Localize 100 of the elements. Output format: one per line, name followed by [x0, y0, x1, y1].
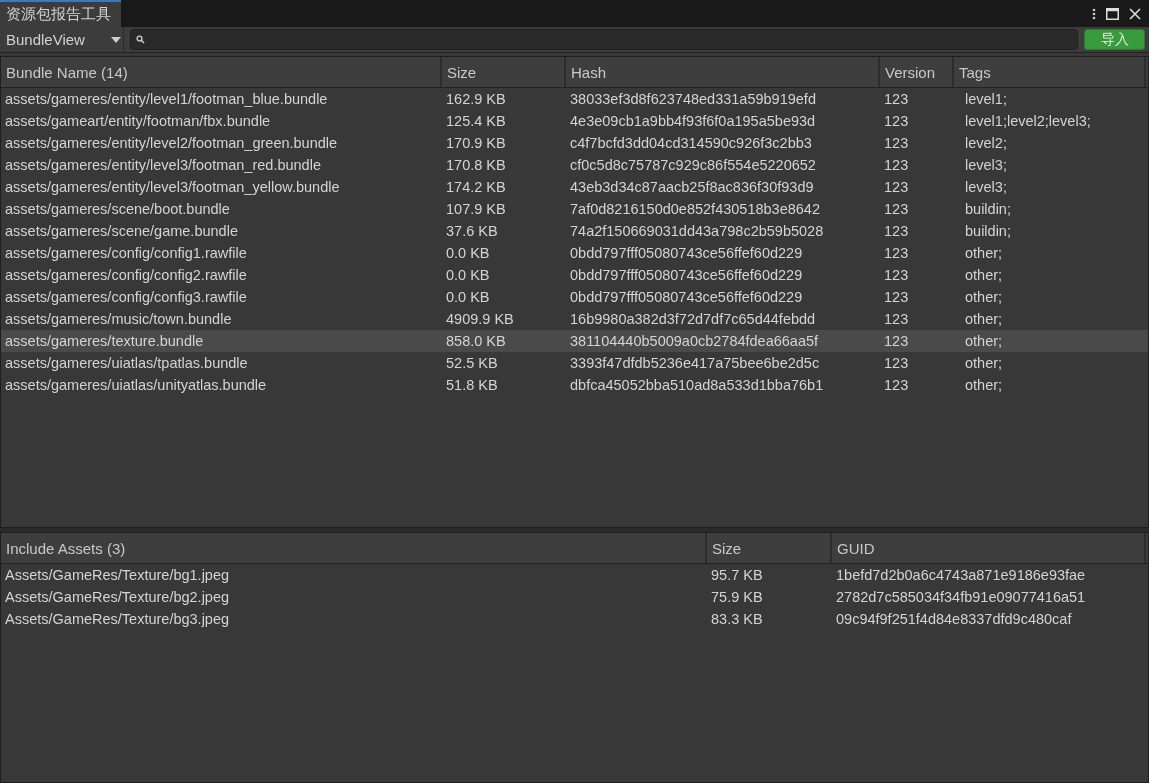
search-icon	[136, 35, 145, 44]
table-cell-text: 125.4 KB	[445, 113, 507, 129]
table-cell-text: other;	[964, 311, 1004, 327]
table-cell-text: other;	[964, 333, 1004, 349]
table-cell-text: assets/gameres/config/config1.rawfile	[4, 245, 248, 261]
table-cell-text: 123	[883, 179, 910, 195]
column-header[interactable]: GUID	[832, 533, 1146, 563]
table-row[interactable]: assets/gameres/uiatlas/unityatlas.bundle 51.8 KB dbfca45052bba510ad8a533d1bba76b1 123 other;	[1, 374, 1148, 396]
table-cell-text: buildin;	[964, 223, 1012, 239]
table-cell-text: 7af0d8216150d0e852f430518b3e8642	[569, 201, 821, 217]
table-cell-text: 858.0 KB	[445, 333, 507, 349]
table-cell-text: assets/gameres/entity/level3/footman_red.bundle	[4, 157, 322, 173]
table-cell-text: assets/gameres/scene/game.bundle	[4, 223, 239, 239]
table-cell-text: assets/gameres/scene/boot.bundle	[4, 201, 231, 217]
table-cell-text: assets/gameres/uiatlas/tpatlas.bundle	[4, 355, 249, 371]
table-cell-text: 38033ef3d8f623748ed331a59b919efd	[569, 91, 817, 107]
close-icon[interactable]	[1129, 7, 1141, 20]
table-cell-text: other;	[964, 355, 1004, 371]
table-cell-text: 123	[883, 267, 910, 283]
table-cell-text: 09c94f9f251f4d84e8337dfd9c480caf	[835, 611, 1073, 627]
table-cell-text: level3;	[964, 179, 1008, 195]
table-cell-text: 107.9 KB	[445, 201, 507, 217]
table-cell-text: dbfca45052bba510ad8a533d1bba76b1	[569, 377, 825, 393]
table-cell-text: 1befd7d2b0a6c4743a871e9186e93fae	[835, 567, 1087, 583]
table-cell-text: 123	[883, 113, 910, 129]
table-cell-text: 2782d7c585034f34fb91e09077416a51	[835, 589, 1087, 605]
table-cell-text: other;	[964, 245, 1004, 261]
table-cell-text: level3;	[964, 157, 1008, 173]
table-cell-text: 0.0 KB	[445, 245, 491, 261]
column-header[interactable]: Version	[880, 57, 954, 87]
table-cell-text: 51.8 KB	[445, 377, 499, 393]
table-cell-text: 123	[883, 333, 910, 349]
table-row[interactable]: assets/gameres/music/town.bundle 4909.9 KB 16b9980a382d3f72d7df7c65d44febdd 123 other;	[1, 308, 1148, 330]
table-cell-text: assets/gameres/entity/level2/footman_green.bundle	[4, 135, 339, 151]
table-cell-text: 381104440b5009a0cb2784fdea66aa5f	[569, 333, 820, 349]
table-row[interactable]: assets/gameres/config/config3.rawfile 0.0 KB 0bdd797fff05080743ce56ffef60d229 123 other;	[1, 286, 1148, 308]
table-cell-text: 0bdd797fff05080743ce56ffef60d229	[569, 289, 804, 305]
table-cell-text: 4909.9 KB	[445, 311, 515, 327]
table-cell-text: 74a2f150669031dd43a798c2b59b5028	[569, 223, 825, 239]
table-row[interactable]: assets/gameres/texture.bundle 858.0 KB 381104440b5009a0cb2784fdea66aa5f 123 other;	[1, 330, 1148, 352]
table-row[interactable]: assets/gameres/entity/level3/footman_red.bundle 170.8 KB cf0c5d8c75787c929c86f554e5220652 123 level3;	[1, 154, 1148, 176]
window-tab[interactable]: 资源包报告工具	[0, 0, 121, 27]
table-cell-text: 43eb3d34c87aacb25f8ac836f30f93d9	[569, 179, 815, 195]
search-field[interactable]	[130, 29, 1078, 50]
table-cell-text: cf0c5d8c75787c929c86f554e5220652	[569, 157, 817, 173]
table-cell-text: level2;	[964, 135, 1008, 151]
table-cell-text: buildin;	[964, 201, 1012, 217]
column-header[interactable]: Include Assets (3)	[1, 533, 707, 563]
table-cell-text: 170.9 KB	[445, 135, 507, 151]
table-row[interactable]: assets/gameres/config/config1.rawfile 0.0 KB 0bdd797fff05080743ce56ffef60d229 123 other;	[1, 242, 1148, 264]
table-cell-text: assets/gameres/texture.bundle	[4, 333, 205, 349]
view-dropdown[interactable]: BundleView	[4, 27, 124, 52]
column-header[interactable]: Size	[442, 57, 566, 87]
table-cell-text: 83.3 KB	[710, 611, 764, 627]
maximize-icon[interactable]	[1106, 7, 1119, 20]
table-cell-text: Assets/GameRes/Texture/bg2.jpeg	[4, 589, 231, 605]
caret-icon	[111, 36, 121, 43]
column-header[interactable]: Size	[707, 533, 832, 563]
table-cell-text: 0.0 KB	[445, 289, 491, 305]
column-header[interactable]: Tags	[954, 57, 1146, 87]
column-header[interactable]: Bundle Name (14)	[1, 57, 442, 87]
table-cell-text: 170.8 KB	[445, 157, 507, 173]
table-row[interactable]: assets/gameres/scene/game.bundle 37.6 KB 74a2f150669031dd43a798c2b59b5028 123 buildin;	[1, 220, 1148, 242]
table-cell-text: 16b9980a382d3f72d7df7c65d44febdd	[569, 311, 817, 327]
table-cell-text: 123	[883, 355, 910, 371]
table-cell-text: 123	[883, 223, 910, 239]
table-cell-text: 95.7 KB	[710, 567, 764, 583]
table-row[interactable]: assets/gameres/entity/level1/footman_blue.bundle 162.9 KB 38033ef3d8f623748ed331a59b919efd 123 level1;	[1, 88, 1148, 110]
table-row[interactable]: assets/gameres/entity/level3/footman_yellow.bundle 174.2 KB 43eb3d34c87aacb25f8ac836f30f93d9 123 level3;	[1, 176, 1148, 198]
more-options-icon[interactable]	[1092, 7, 1096, 20]
table-row[interactable]: assets/gameres/config/config2.rawfile 0.0 KB 0bdd797fff05080743ce56ffef60d229 123 other;	[1, 264, 1148, 286]
table-cell-text: 123	[883, 377, 910, 393]
table-row[interactable]: assets/gameres/uiatlas/tpatlas.bundle 52.5 KB 3393f47dfdb5236e417a75bee6be2d5c 123 other;	[1, 352, 1148, 374]
table-cell-text: 37.6 KB	[445, 223, 499, 239]
table-cell-text: 75.9 KB	[710, 589, 764, 605]
table-cell-text: 123	[883, 201, 910, 217]
column-header[interactable]: Hash	[566, 57, 880, 87]
table-cell-text: 0bdd797fff05080743ce56ffef60d229	[569, 245, 804, 261]
table-row[interactable]: assets/gameart/entity/footman/fbx.bundle 125.4 KB 4e3e09cb1a9bb4f93f6f0a195a5be93d 123 level1;level2;level3;	[1, 110, 1148, 132]
table-row[interactable]: assets/gameres/scene/boot.bundle 107.9 KB 7af0d8216150d0e852f430518b3e8642 123 buildin;	[1, 198, 1148, 220]
table-cell-text: 52.5 KB	[445, 355, 499, 371]
table-cell-text: other;	[964, 289, 1004, 305]
table-cell-text: Assets/GameRes/Texture/bg1.jpeg	[4, 567, 231, 583]
table-cell-text: assets/gameart/entity/footman/fbx.bundle	[4, 113, 272, 129]
table-cell-text: 0.0 KB	[445, 267, 491, 283]
table-row[interactable]: assets/gameres/entity/level2/footman_green.bundle 170.9 KB c4f7bcfd3dd04cd314590c926f3c2bb3 123 level2;	[1, 132, 1148, 154]
table-cell-text: 123	[883, 245, 910, 261]
table-cell-text: other;	[964, 377, 1004, 393]
table-cell-text: 123	[883, 311, 910, 327]
table-cell-text: 3393f47dfdb5236e417a75bee6be2d5c	[569, 355, 821, 371]
table-cell-text: Assets/GameRes/Texture/bg3.jpeg	[4, 611, 231, 627]
table-cell-text: assets/gameres/entity/level3/footman_yellow.bundle	[4, 179, 341, 195]
table-cell-text: 162.9 KB	[445, 91, 507, 107]
table-cell-text: 123	[883, 135, 910, 151]
table-cell-text: 0bdd797fff05080743ce56ffef60d229	[569, 267, 804, 283]
table-cell-text: 123	[883, 91, 910, 107]
table-cell-text: assets/gameres/config/config2.rawfile	[4, 267, 248, 283]
table-cell-text: 174.2 KB	[445, 179, 507, 195]
table-cell-text: 4e3e09cb1a9bb4f93f6f0a195a5be93d	[569, 113, 817, 129]
table-cell-text: c4f7bcfd3dd04cd314590c926f3c2bb3	[569, 135, 813, 151]
